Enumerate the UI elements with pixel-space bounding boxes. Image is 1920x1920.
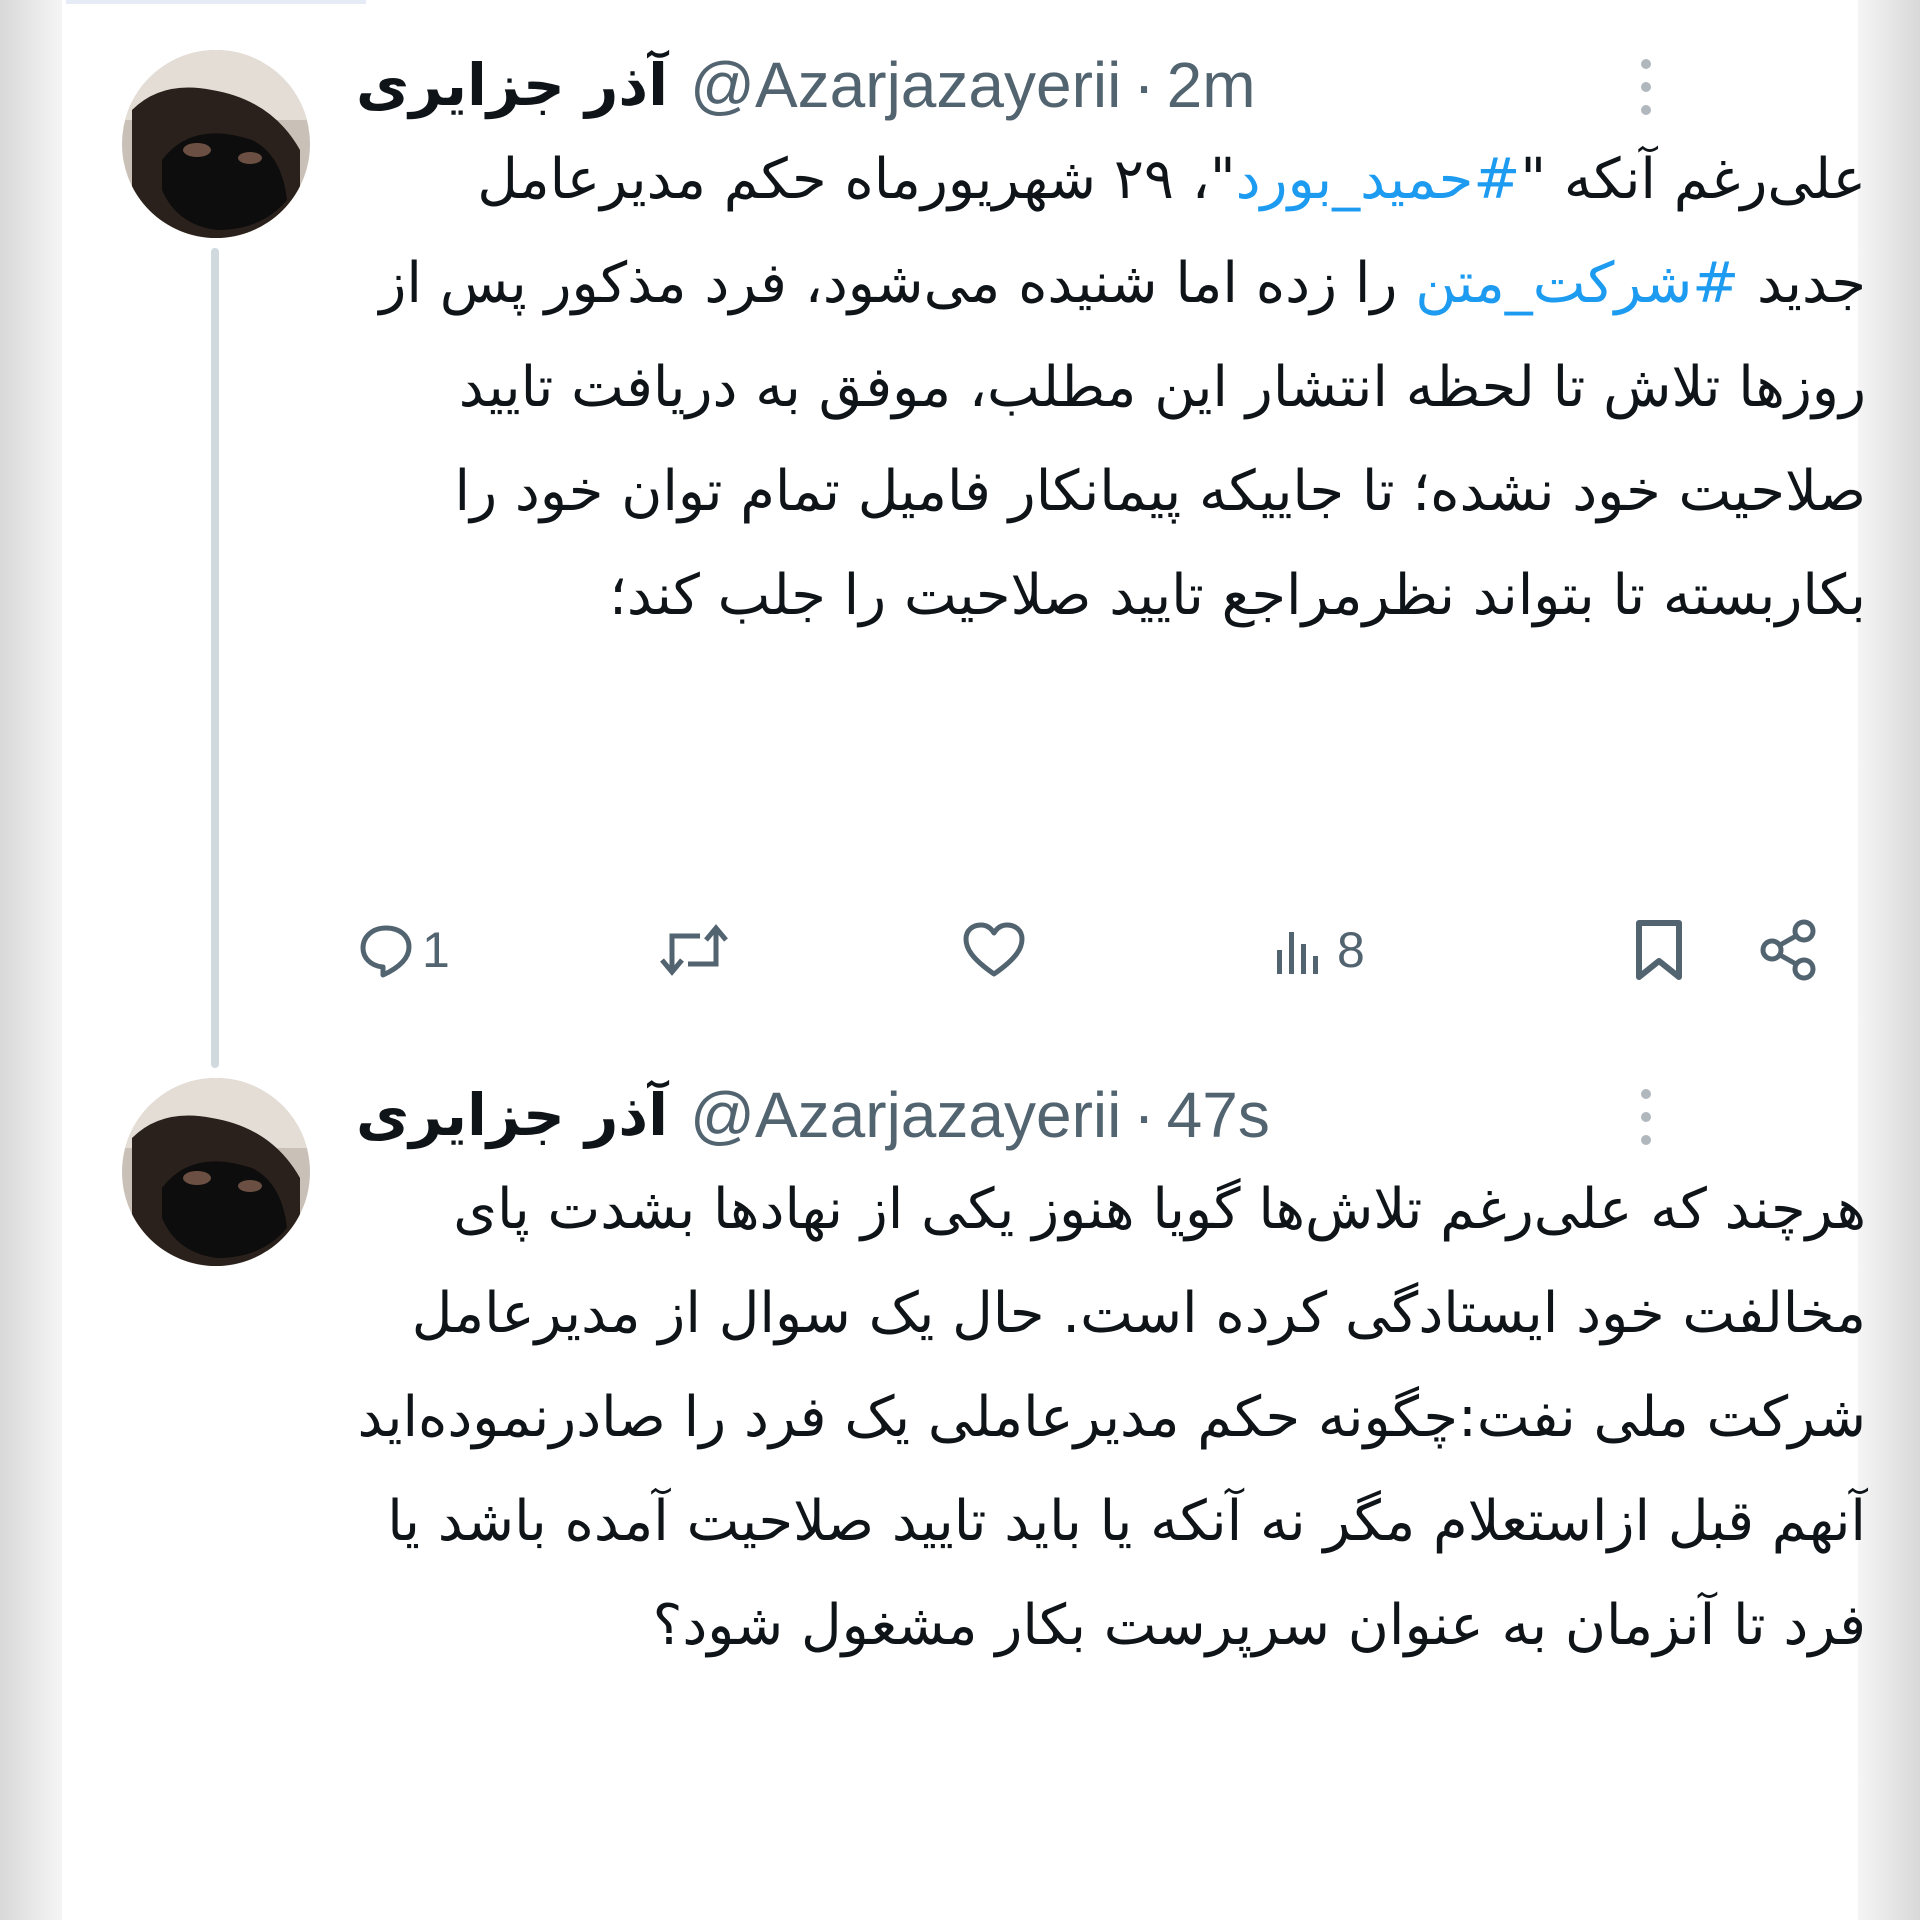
reply-count: 1	[422, 922, 450, 978]
timestamp[interactable]: 2m	[1167, 49, 1256, 121]
retweet-button[interactable]	[656, 910, 732, 990]
user-handle[interactable]: @Azarjazayerii	[690, 1079, 1121, 1151]
hashtag-link[interactable]: #شرکت_متن	[1415, 251, 1739, 316]
views-count: 8	[1337, 922, 1365, 978]
separator-dot: ·	[1133, 1079, 1155, 1151]
reply-button[interactable]: 1	[356, 910, 450, 990]
top-divider	[66, 0, 366, 4]
more-vertical-icon[interactable]	[1626, 1082, 1666, 1152]
timestamp[interactable]: 47s	[1167, 1079, 1270, 1151]
retweet-icon	[660, 924, 728, 976]
share-button[interactable]	[1756, 910, 1822, 990]
tweet-text: علی‌رغم آنکه "#حمید_بورد"، ۲۹ شهریورماه …	[356, 128, 1866, 648]
tweet-header: آذر جزایری @Azarjazayerii · 47s	[356, 1078, 1656, 1158]
avatar[interactable]	[122, 50, 310, 238]
right-edge-shadow	[1858, 0, 1920, 1920]
user-handle[interactable]: @Azarjazayerii	[690, 49, 1121, 121]
tweet-header: آذر جزایری @Azarjazayerii · 2m	[356, 48, 1656, 128]
like-icon	[963, 922, 1025, 977]
avatar-photo	[122, 1078, 310, 1266]
display-name[interactable]: آذر جزایری	[356, 51, 668, 119]
separator-dot: ·	[1133, 49, 1155, 121]
reply-icon	[360, 925, 412, 978]
hashtag-link[interactable]: #حمید_بورد	[1236, 147, 1521, 212]
like-button[interactable]	[961, 910, 1027, 990]
avatar[interactable]	[122, 1078, 310, 1266]
tweet-thread: آذر جزایری @Azarjazayerii · 2m علی‌رغم آنکه…	[66, 0, 1866, 1920]
share-icon	[1760, 919, 1816, 981]
views-icon	[1277, 932, 1318, 974]
views-button[interactable]: 8	[1271, 910, 1365, 990]
tweet-text: هرچند که علی‌رغم تلاش‌ها گویا هنوز یکی ا…	[357, 1177, 1866, 1658]
more-vertical-icon[interactable]	[1626, 52, 1666, 122]
tweet-text-part: علی‌رغم آنکه "	[1520, 147, 1866, 212]
left-edge-shadow	[0, 0, 62, 1920]
bookmark-button[interactable]	[1631, 910, 1687, 990]
display-name[interactable]: آذر جزایری	[356, 1081, 668, 1149]
tweet-actions: 1 8	[356, 910, 1856, 990]
bookmark-icon	[1636, 920, 1682, 980]
thread-connector-line	[211, 248, 219, 1068]
avatar-photo	[122, 50, 310, 238]
